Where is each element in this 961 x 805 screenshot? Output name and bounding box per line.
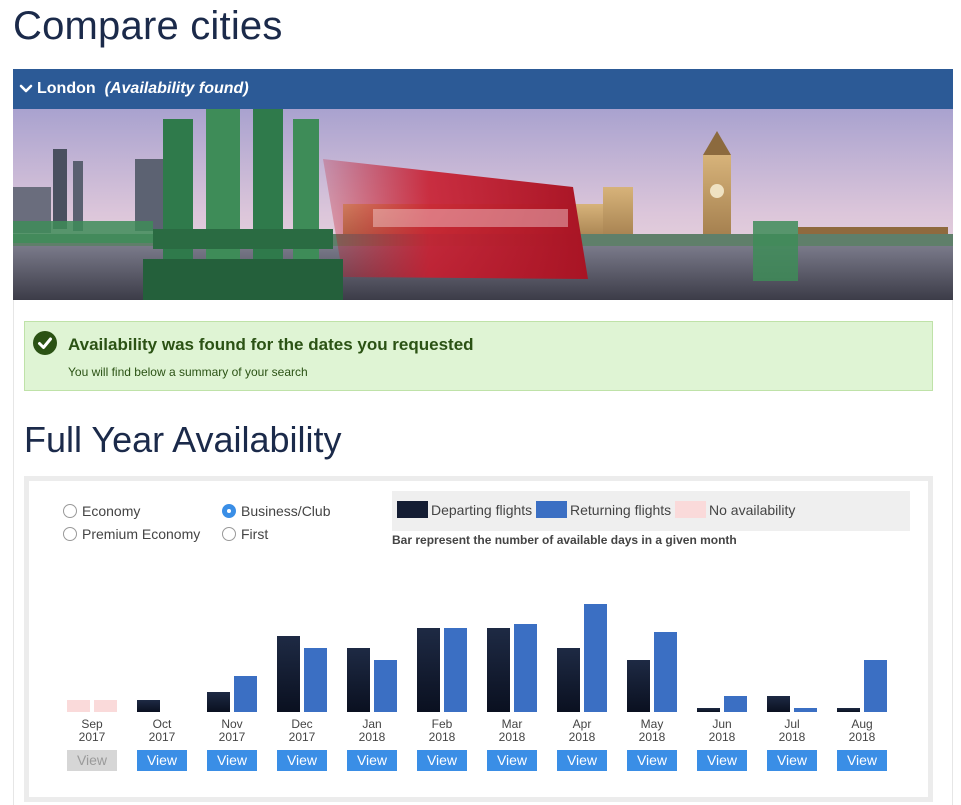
view-button[interactable]: View: [487, 750, 537, 771]
city-name: London: [37, 80, 96, 97]
bar-departing[interactable]: [207, 692, 230, 712]
legend-label: Returning flights: [570, 501, 672, 518]
chevron-down-icon: [19, 84, 33, 93]
chart-legend: Departing flights Returning flights No a…: [392, 491, 910, 531]
bar-no-availability: [94, 700, 117, 712]
view-button[interactable]: View: [137, 750, 187, 771]
view-button[interactable]: View: [207, 750, 257, 771]
legend-label: No availability: [709, 501, 796, 518]
view-button[interactable]: View: [417, 750, 467, 771]
bar-departing[interactable]: [137, 700, 160, 712]
view-button[interactable]: View: [697, 750, 747, 771]
radio-label: First: [241, 526, 269, 542]
view-button[interactable]: View: [277, 750, 327, 771]
bar-departing[interactable]: [837, 708, 860, 712]
legend-swatch-returning: [536, 501, 567, 518]
bar-departing[interactable]: [557, 648, 580, 712]
bar-returning[interactable]: [444, 628, 467, 712]
bar-departing[interactable]: [347, 648, 370, 712]
radio-button-selected-icon: [222, 504, 236, 518]
legend-departing: Departing flights: [397, 501, 532, 518]
bar-returning[interactable]: [514, 624, 537, 712]
radio-label: Economy: [82, 503, 141, 519]
bar-returning[interactable]: [724, 696, 747, 712]
alert-subtitle: You will find below a summary of your se…: [68, 365, 308, 379]
section-title: Full Year Availability: [24, 419, 342, 460]
availability-alert: Availability was found for the dates you…: [24, 321, 933, 391]
bar-departing[interactable]: [627, 660, 650, 712]
london-banner-image: [13, 109, 953, 300]
view-button[interactable]: View: [627, 750, 677, 771]
bar-returning[interactable]: [794, 708, 817, 712]
bar-departing[interactable]: [277, 636, 300, 712]
view-button[interactable]: View: [347, 750, 397, 771]
legend-swatch-no-availability: [675, 501, 706, 518]
bar-departing[interactable]: [697, 708, 720, 712]
legend-swatch-departing: [397, 501, 428, 518]
bar-returning[interactable]: [234, 676, 257, 712]
radio-first[interactable]: First: [222, 526, 268, 542]
bar-returning[interactable]: [654, 632, 677, 712]
view-button: View: [67, 750, 117, 771]
alert-title: Availability was found for the dates you…: [68, 335, 474, 354]
view-button[interactable]: View: [557, 750, 607, 771]
legend-returning: Returning flights: [536, 501, 671, 518]
bar-returning[interactable]: [584, 604, 607, 712]
radio-premium-economy[interactable]: Premium Economy: [63, 526, 200, 542]
bar-returning[interactable]: [374, 660, 397, 712]
radio-economy[interactable]: Economy: [63, 503, 140, 519]
check-circle-icon: [33, 331, 57, 355]
legend-no-availability: No availability: [675, 501, 795, 518]
view-button[interactable]: View: [767, 750, 817, 771]
bar-returning[interactable]: [864, 660, 887, 712]
radio-label: Premium Economy: [82, 526, 201, 542]
bar-no-availability: [67, 700, 90, 712]
legend-label: Departing flights: [431, 501, 533, 518]
radio-button-icon: [222, 527, 236, 541]
chart-note: Bar represent the number of available da…: [392, 533, 737, 547]
bar-departing[interactable]: [767, 696, 790, 712]
radio-business-club[interactable]: Business/Club: [222, 503, 331, 519]
page-title: Compare cities: [13, 4, 283, 48]
radio-label: Business/Club: [241, 503, 331, 519]
bar-departing[interactable]: [417, 628, 440, 712]
bar-returning[interactable]: [304, 648, 327, 712]
view-button[interactable]: View: [837, 750, 887, 771]
bar-departing[interactable]: [487, 628, 510, 712]
radio-button-icon: [63, 527, 77, 541]
city-availability-status: (Availability found): [104, 80, 249, 97]
radio-button-icon: [63, 504, 77, 518]
city-accordion-header[interactable]: London (Availability found): [13, 69, 953, 109]
